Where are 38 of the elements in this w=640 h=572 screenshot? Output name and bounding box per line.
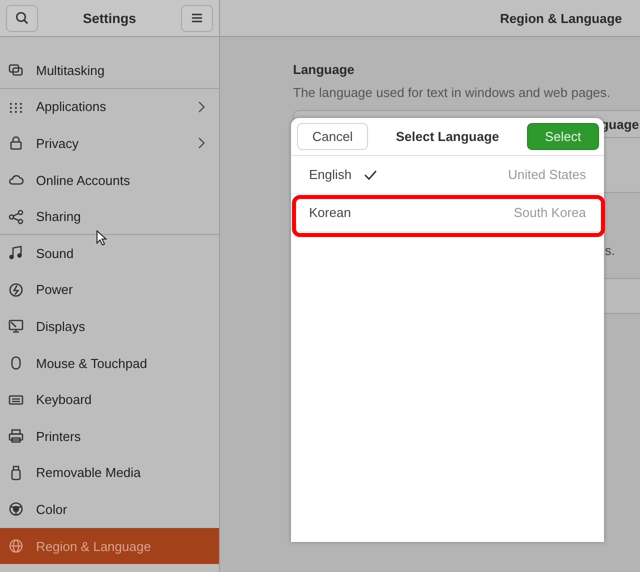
sidebar-item[interactable]: Online Accounts bbox=[0, 162, 219, 198]
section-description: The language used for text in windows and web pages. bbox=[293, 85, 612, 100]
item-icon bbox=[8, 135, 24, 152]
sidebar-item[interactable]: Power bbox=[0, 272, 219, 308]
app-title: Settings bbox=[82, 10, 136, 26]
language-row[interactable]: English United States bbox=[291, 156, 604, 194]
menu-button[interactable] bbox=[180, 4, 213, 32]
menu-icon bbox=[190, 13, 203, 23]
sidebar-item[interactable]: Keyboard bbox=[0, 381, 219, 418]
page-title: Region & Language bbox=[500, 10, 622, 26]
item-icon bbox=[8, 501, 24, 518]
sidebar-item[interactable]: Privacy bbox=[0, 125, 219, 162]
cancel-button[interactable]: Cancel bbox=[297, 123, 368, 150]
language-row[interactable]: Korean South Korea bbox=[291, 194, 604, 232]
sidebar-item[interactable]: Mouse & Touchpad bbox=[0, 344, 219, 382]
sidebar-item[interactable]: Printers bbox=[0, 418, 219, 455]
item-icon bbox=[8, 318, 24, 334]
item-icon bbox=[8, 282, 24, 298]
sidebar-item[interactable]: Displays bbox=[0, 308, 219, 345]
sidebar-item[interactable]: Sharing bbox=[0, 198, 219, 235]
item-icon bbox=[8, 245, 24, 262]
item-icon bbox=[8, 428, 24, 444]
sidebar-item[interactable]: Applications bbox=[0, 88, 219, 126]
dialog-title: Select Language bbox=[396, 129, 500, 144]
sidebar-item[interactable]: Multitasking bbox=[0, 52, 219, 89]
search-icon bbox=[15, 11, 29, 25]
description-text: s. bbox=[604, 243, 616, 258]
item-icon bbox=[8, 208, 24, 225]
chevron-right-icon bbox=[198, 100, 205, 113]
chevron-right-icon bbox=[198, 137, 205, 150]
item-icon bbox=[8, 62, 24, 78]
section-heading: Language bbox=[293, 62, 356, 77]
sidebar-item[interactable]: Color bbox=[0, 491, 219, 528]
sidebar-item[interactable]: Removable Media bbox=[0, 454, 219, 492]
mouse-cursor-icon bbox=[96, 230, 107, 246]
sidebar-item[interactable]: Sound bbox=[0, 234, 219, 272]
search-button[interactable] bbox=[6, 4, 38, 32]
item-icon bbox=[8, 538, 24, 554]
